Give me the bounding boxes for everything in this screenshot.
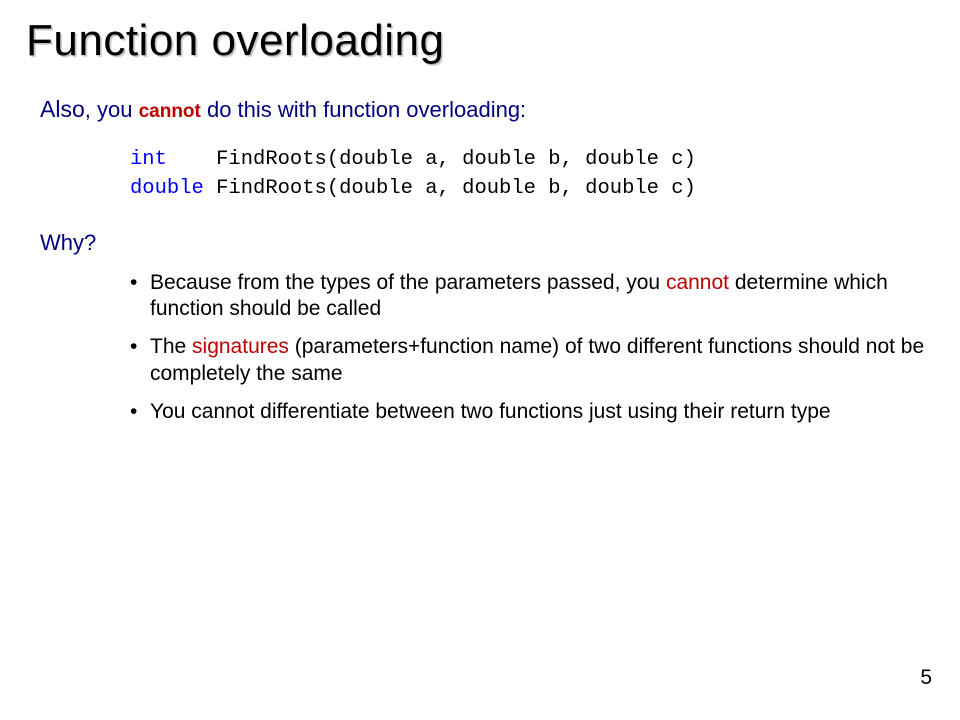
code-line2-rest: FindRoots(double a, double b, double c) <box>204 177 696 200</box>
why-heading: Why? <box>40 230 934 256</box>
code-line1-rest: FindRoots(double a, double b, double c) <box>167 148 696 171</box>
bullet-list: Because from the types of the parameters… <box>130 270 934 425</box>
page-number: 5 <box>920 666 932 690</box>
bullet-text-red: cannot <box>666 271 729 294</box>
bullet-text-pre: Because from the types of the parameters… <box>150 271 666 294</box>
list-item: The signatures (parameters+function name… <box>130 334 930 387</box>
list-item: You cannot differentiate between two fun… <box>130 399 930 425</box>
code-keyword-int: int <box>130 148 167 171</box>
lead-part1: you <box>97 97 139 122</box>
lead-part2: do this with function overloading: <box>201 97 526 122</box>
lead-prefix: Also <box>40 96 85 122</box>
bullet-text-red: signatures <box>192 335 289 358</box>
lead-cannot: cannot <box>139 101 201 122</box>
bullet-text-pre: The <box>150 335 192 358</box>
code-keyword-double: double <box>130 177 204 200</box>
code-block: int FindRoots(double a, double b, double… <box>130 146 934 203</box>
slide: Function overloading Also, you cannot do… <box>0 0 960 720</box>
slide-title: Function overloading <box>26 16 934 67</box>
lead-line: Also, you cannot do this with function o… <box>40 95 934 125</box>
lead-sep: , <box>85 97 97 122</box>
bullet-text-pre: You cannot differentiate between two fun… <box>150 400 831 423</box>
list-item: Because from the types of the parameters… <box>130 270 930 323</box>
